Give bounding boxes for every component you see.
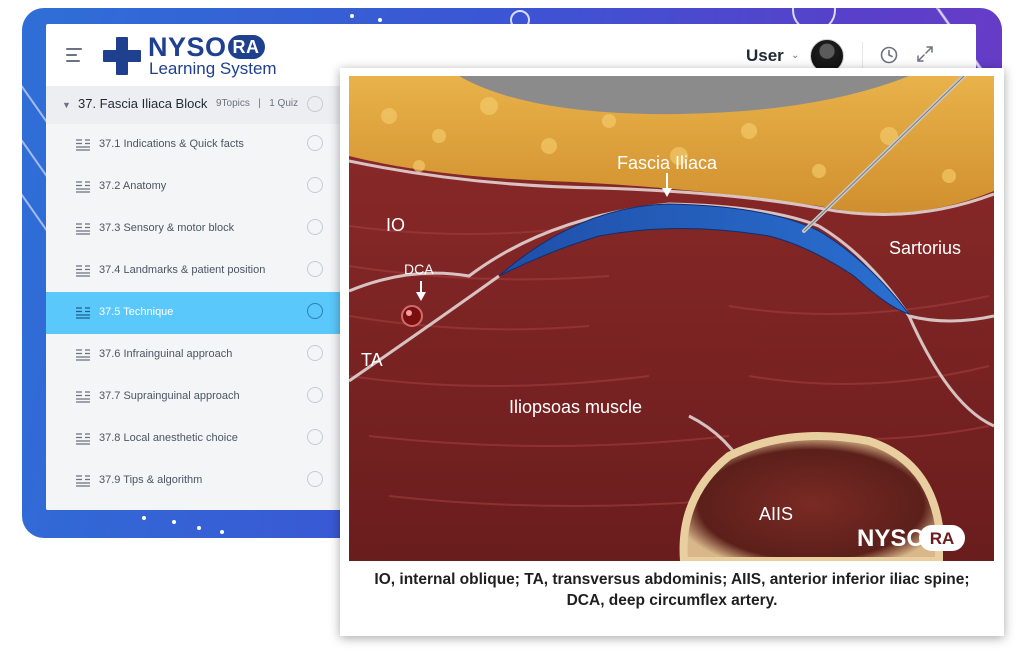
label-ta: TA <box>361 350 383 370</box>
list-lines-icon <box>76 223 90 235</box>
topics-count: 9Topics <box>216 98 250 109</box>
user-menu-label[interactable]: User <box>746 46 784 66</box>
course-sidebar: ▼ 37. Fascia Iliaca Block 9Topics | 1 Qu… <box>46 86 340 510</box>
logo-subtitle: Learning System <box>149 59 277 78</box>
sidebar-item-label: 37.4 Landmarks & patient position <box>99 264 266 276</box>
expand-icon[interactable] <box>916 45 934 63</box>
logo-cross-icon <box>103 37 141 75</box>
section-header[interactable]: ▼ 37. Fascia Iliaca Block 9Topics | 1 Qu… <box>46 86 340 124</box>
quiz-count: 1 Quiz <box>269 98 299 109</box>
status-circle <box>307 345 323 361</box>
label-aiis: AIIS <box>759 504 793 524</box>
clock-icon[interactable] <box>880 46 898 64</box>
header-divider <box>862 42 863 68</box>
watermark-ra: RA <box>930 529 955 548</box>
list-lines-icon <box>76 433 90 445</box>
nysora-logo[interactable]: NYSO RA Learning System <box>102 32 302 78</box>
status-circle <box>307 471 323 487</box>
hamburger-icon[interactable] <box>66 48 82 62</box>
sidebar-item-label: 37.1 Indications & Quick facts <box>99 138 244 150</box>
label-fascia-iliaca: Fascia Iliaca <box>617 153 718 173</box>
sidebar-item-suprainguinal[interactable]: 37.7 Suprainguinal approach <box>46 376 340 418</box>
section-title: 37. Fascia Iliaca Block <box>78 96 208 111</box>
status-circle <box>307 135 323 151</box>
list-lines-icon <box>76 265 90 277</box>
label-sartorius: Sartorius <box>889 238 961 258</box>
section-counts: 9Topics | 1 Quiz <box>216 98 298 109</box>
status-circle <box>307 261 323 277</box>
status-circle <box>307 303 323 319</box>
sidebar-item-label: 37.7 Suprainguinal approach <box>99 390 240 402</box>
anatomy-illustration: Fascia Iliaca IO DCA TA Sartorius Iliops… <box>349 76 994 561</box>
sidebar-item-label: 37.6 Infrainguinal approach <box>99 348 233 360</box>
status-circle <box>307 429 323 445</box>
status-circle <box>307 219 323 235</box>
figure-caption: IO, internal oblique; TA, transversus ab… <box>374 571 970 609</box>
list-lines-icon <box>76 307 90 319</box>
list-lines-icon <box>76 181 90 193</box>
sidebar-item-infrainguinal[interactable]: 37.6 Infrainguinal approach <box>46 334 340 376</box>
sidebar-item-label: 37.8 Local anesthetic choice <box>99 432 238 444</box>
counts-separator: | <box>258 98 261 109</box>
status-circle <box>307 177 323 193</box>
sidebar-item-sensory-motor[interactable]: 37.3 Sensory & motor block <box>46 208 340 250</box>
sidebar-item-technique[interactable]: 37.5 Technique <box>46 292 340 334</box>
sidebar-item-label: 37.9 Tips & algorithm <box>99 474 203 486</box>
caret-down-icon[interactable]: ▼ <box>62 100 71 110</box>
list-lines-icon <box>76 475 90 487</box>
sidebar-item-tips-algorithm[interactable]: 37.9 Tips & algorithm <box>46 460 340 502</box>
chevron-down-icon[interactable]: ⌄ <box>791 50 799 61</box>
logo-brand: NYSO RA <box>148 32 265 62</box>
nysora-watermark-logo: NYSO RA <box>857 525 965 552</box>
sidebar-item-landmarks[interactable]: 37.4 Landmarks & patient position <box>46 250 340 292</box>
sidebar-item-local-anesthetic[interactable]: 37.8 Local anesthetic choice <box>46 418 340 460</box>
figure-card: Fascia Iliaca IO DCA TA Sartorius Iliops… <box>340 68 1004 636</box>
sidebar-item-indications[interactable]: 37.1 Indications & Quick facts <box>46 124 340 166</box>
section-status-circle <box>307 96 323 112</box>
label-iliopsoas: Iliopsoas muscle <box>509 397 642 417</box>
label-dca: DCA <box>404 261 434 277</box>
list-lines-icon <box>76 349 90 361</box>
sidebar-item-label: 37.2 Anatomy <box>99 180 167 192</box>
list-lines-icon <box>76 391 90 403</box>
sidebar-item-label: 37.5 Technique <box>99 306 174 318</box>
list-lines-icon <box>76 139 90 151</box>
label-io: IO <box>386 215 405 235</box>
status-circle <box>307 387 323 403</box>
watermark-brand: NYSO <box>857 525 925 552</box>
sidebar-item-anatomy[interactable]: 37.2 Anatomy <box>46 166 340 208</box>
sidebar-item-label: 37.3 Sensory & motor block <box>99 222 235 234</box>
